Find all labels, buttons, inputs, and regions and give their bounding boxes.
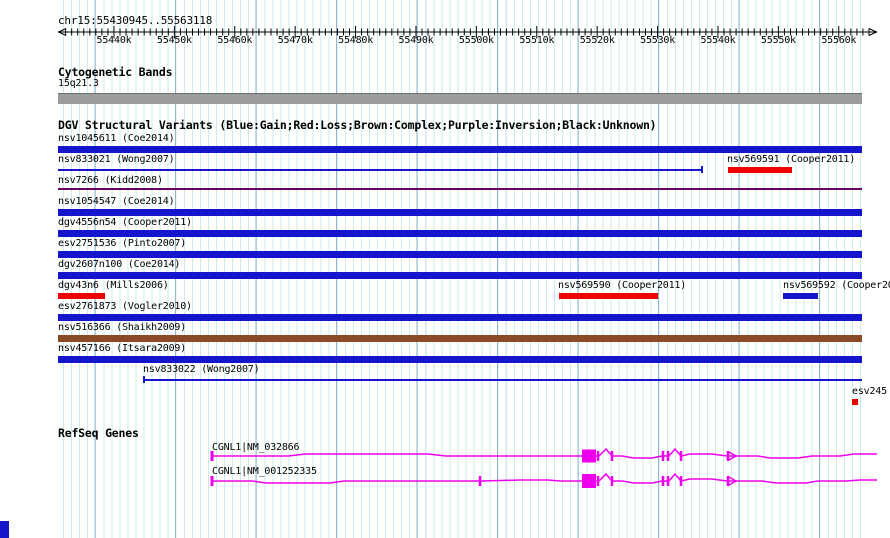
- gene-exon-tick[interactable]: [662, 476, 665, 486]
- variant-label[interactable]: nsv1054547 (Coe2014): [58, 197, 174, 207]
- ruler-label: 55510k: [507, 36, 567, 46]
- ruler-label: 55550k: [748, 36, 808, 46]
- gene-exon-tick[interactable]: [611, 451, 614, 461]
- gene-exon-tick[interactable]: [611, 476, 614, 486]
- cytoband-name: 15q21.3: [58, 79, 99, 89]
- ruler-label: 55560k: [809, 36, 869, 46]
- variant-label[interactable]: nsv569591 (Cooper2011): [727, 155, 855, 165]
- gene-exon-box[interactable]: [582, 450, 596, 463]
- ruler-label: 55460k: [205, 36, 265, 46]
- variant-label[interactable]: nsv1045611 (Coe2014): [58, 134, 174, 144]
- ruler-label: 55470k: [265, 36, 325, 46]
- gene-start-tick: [211, 476, 214, 486]
- gene-label[interactable]: CGNL1|NM_001252335: [212, 467, 317, 477]
- genome-browser-view: { "header": { "region": "chr15:55430945.…: [0, 0, 890, 538]
- variant-label[interactable]: nsv457166 (Itsara2009): [58, 344, 186, 354]
- variant-label[interactable]: nsv569592 (Cooper2011): [783, 281, 890, 291]
- bottom-left-blue-marker: [0, 521, 9, 538]
- ruler-label: 55500k: [446, 36, 506, 46]
- region-coordinates: chr15:55430945..55563118: [58, 15, 212, 27]
- gene-exon-tick[interactable]: [667, 476, 670, 486]
- refseq-genes-title: RefSeq Genes: [58, 428, 139, 439]
- gene-exon-tick[interactable]: [680, 451, 683, 461]
- gene-exon-tick[interactable]: [597, 476, 600, 486]
- cytogenetic-bands-title: Cytogenetic Bands: [58, 67, 172, 78]
- variant-label[interactable]: esv2761873 (Vogler2010): [58, 302, 192, 312]
- gene-intron-line[interactable]: [212, 449, 877, 458]
- gene-exon-tick[interactable]: [662, 451, 665, 461]
- ruler-label: 55480k: [326, 36, 386, 46]
- ruler-label: 55450k: [144, 36, 204, 46]
- variant-label[interactable]: dgv43n6 (Mills2006): [58, 281, 169, 291]
- ruler-label: 55540k: [688, 36, 748, 46]
- variant-label[interactable]: nsv516366 (Shaikh2009): [58, 323, 186, 333]
- gene-exon-tick[interactable]: [479, 476, 482, 486]
- ruler-label: 55530k: [628, 36, 688, 46]
- variant-label[interactable]: dgv2607n100 (Coe2014): [58, 260, 180, 270]
- variant-label[interactable]: esv245: [852, 387, 887, 397]
- variant-label[interactable]: nsv569590 (Cooper2011): [558, 281, 686, 291]
- variant-label[interactable]: nsv833021 (Wong2007): [58, 155, 174, 165]
- ruler-label: 55440k: [84, 36, 144, 46]
- variant-label[interactable]: nsv7266 (Kidd2008): [58, 176, 163, 186]
- gene-exon-tick[interactable]: [667, 451, 670, 461]
- gene-label[interactable]: CGNL1|NM_032866: [212, 443, 299, 453]
- gene-exon-tick[interactable]: [680, 476, 683, 486]
- gene-exon-box[interactable]: [582, 474, 596, 488]
- variant-label[interactable]: nsv833022 (Wong2007): [143, 365, 259, 375]
- variant-label[interactable]: esv2751536 (Pinto2007): [58, 239, 186, 249]
- ruler-label: 55520k: [567, 36, 627, 46]
- gene-exon-tick[interactable]: [597, 451, 600, 461]
- dgv-track-title: DGV Structural Variants (Blue:Gain;Red:L…: [58, 120, 656, 131]
- ruler-label: 55490k: [386, 36, 446, 46]
- variant-label[interactable]: dgv4556n54 (Cooper2011): [58, 218, 192, 228]
